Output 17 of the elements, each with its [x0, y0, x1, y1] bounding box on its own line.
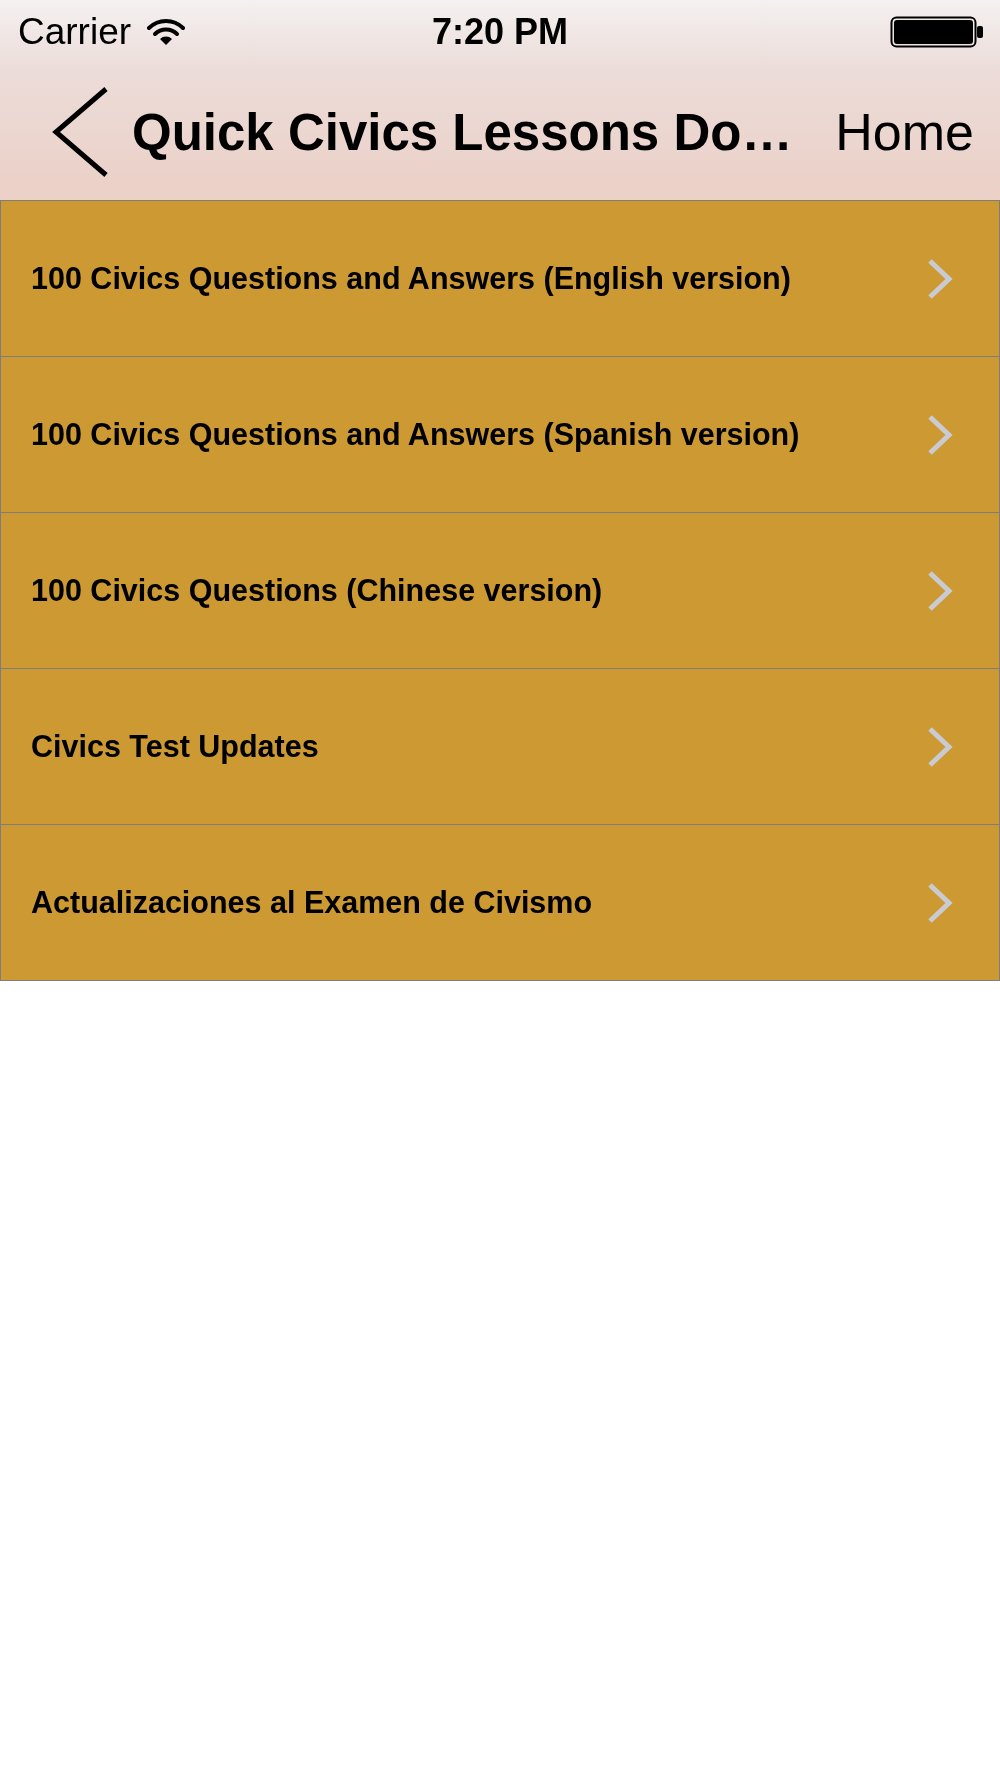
chevron-right-icon: [927, 257, 953, 300]
home-button[interactable]: Home: [835, 102, 974, 162]
chevron-right-icon: [927, 725, 953, 768]
wifi-icon: [147, 18, 186, 46]
list-item[interactable]: Actualizaciones al Examen de Civismo: [0, 825, 1000, 981]
chevron-right-icon: [927, 413, 953, 456]
list-item[interactable]: 100 Civics Questions and Answers (English version): [0, 201, 1000, 357]
list-item[interactable]: 100 Civics Questions and Answers (Spanish version): [0, 357, 1000, 513]
chevron-right-icon: [927, 569, 953, 612]
list-item[interactable]: 100 Civics Questions (Chinese version): [0, 513, 1000, 669]
battery-icon: [890, 16, 984, 48]
list-item[interactable]: Civics Test Updates: [0, 669, 1000, 825]
status-time: 7:20 PM: [431, 11, 569, 53]
carrier-label: Carrier: [18, 11, 132, 53]
chevron-right-icon: [927, 881, 953, 924]
back-icon[interactable]: [50, 86, 110, 178]
nav-title: Quick Civics Lessons Do…: [132, 102, 793, 162]
